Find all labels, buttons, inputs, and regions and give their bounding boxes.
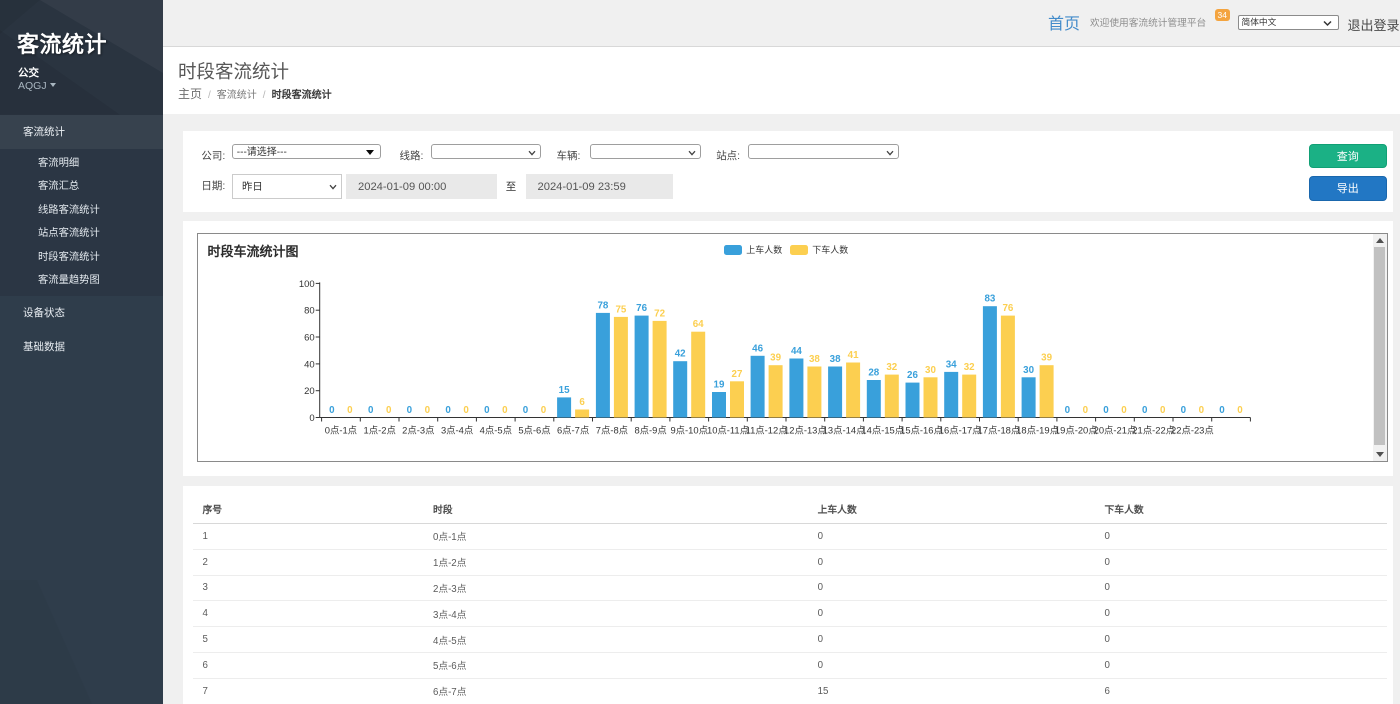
svg-text:4点-5点: 4点-5点 (480, 425, 512, 436)
svg-text:6: 6 (580, 397, 586, 408)
svg-text:100: 100 (299, 279, 315, 290)
svg-text:0: 0 (484, 405, 490, 416)
svg-text:1点-2点: 1点-2点 (364, 425, 396, 436)
svg-text:7点-8点: 7点-8点 (596, 425, 628, 436)
svg-text:0: 0 (1238, 405, 1244, 416)
svg-text:64: 64 (693, 319, 704, 330)
svg-text:76: 76 (637, 303, 648, 314)
svg-text:41: 41 (848, 350, 859, 361)
svg-text:78: 78 (598, 300, 609, 311)
svg-text:11点-12点: 11点-12点 (746, 425, 788, 436)
svg-text:83: 83 (985, 294, 996, 305)
svg-text:10点-11点: 10点-11点 (707, 425, 749, 436)
svg-text:30: 30 (925, 365, 936, 376)
svg-text:38: 38 (809, 354, 820, 365)
svg-text:0: 0 (368, 405, 374, 416)
svg-text:30: 30 (1024, 365, 1035, 376)
svg-text:3点-4点: 3点-4点 (441, 425, 473, 436)
svg-text:15: 15 (559, 385, 570, 396)
svg-text:16点-17点: 16点-17点 (939, 425, 982, 436)
svg-text:40: 40 (305, 359, 316, 370)
svg-text:60: 60 (305, 333, 316, 344)
svg-text:0: 0 (407, 405, 413, 416)
svg-text:20: 20 (305, 386, 316, 397)
svg-text:76: 76 (1003, 303, 1014, 314)
svg-text:0: 0 (386, 405, 392, 416)
svg-text:0: 0 (1142, 405, 1148, 416)
svg-text:80: 80 (305, 306, 316, 317)
svg-text:19点-20点: 19点-20点 (1055, 425, 1098, 436)
svg-text:42: 42 (675, 349, 686, 360)
svg-text:6点-7点: 6点-7点 (557, 425, 589, 436)
svg-text:0: 0 (541, 405, 547, 416)
svg-text:32: 32 (887, 362, 898, 373)
svg-text:0: 0 (464, 405, 470, 416)
svg-text:38: 38 (830, 354, 841, 365)
svg-text:19: 19 (714, 380, 725, 391)
svg-text:0: 0 (310, 413, 315, 424)
svg-text:9点-10点: 9点-10点 (671, 425, 709, 436)
svg-text:12点-13点: 12点-13点 (784, 425, 827, 436)
svg-text:17点-18点: 17点-18点 (978, 425, 1021, 436)
svg-text:0点-1点: 0点-1点 (325, 425, 357, 436)
svg-text:8点-9点: 8点-9点 (635, 425, 667, 436)
svg-text:0: 0 (1220, 405, 1226, 416)
svg-text:13点-14点: 13点-14点 (823, 425, 866, 436)
svg-text:27: 27 (732, 369, 743, 380)
svg-text:46: 46 (753, 343, 764, 354)
svg-text:0: 0 (1122, 405, 1128, 416)
svg-text:18点-19点: 18点-19点 (1017, 425, 1060, 436)
svg-text:0: 0 (1199, 405, 1205, 416)
svg-text:0: 0 (1065, 405, 1071, 416)
svg-text:72: 72 (655, 308, 666, 319)
svg-text:14点-15点: 14点-15点 (862, 425, 905, 436)
svg-text:0: 0 (1083, 405, 1089, 416)
svg-text:75: 75 (616, 304, 627, 315)
svg-text:0: 0 (348, 405, 354, 416)
svg-text:0: 0 (523, 405, 529, 416)
svg-text:22点-23点: 22点-23点 (1171, 425, 1214, 436)
svg-text:15点-16点: 15点-16点 (901, 425, 944, 436)
svg-text:32: 32 (964, 362, 975, 373)
svg-text:28: 28 (869, 368, 880, 379)
svg-text:2点-3点: 2点-3点 (403, 425, 435, 436)
svg-text:39: 39 (1042, 353, 1053, 364)
svg-text:20点-21点: 20点-21点 (1094, 425, 1137, 436)
svg-text:0: 0 (1160, 405, 1166, 416)
svg-text:0: 0 (1104, 405, 1110, 416)
svg-text:0: 0 (502, 405, 508, 416)
svg-text:44: 44 (791, 346, 802, 357)
svg-text:39: 39 (771, 353, 782, 364)
svg-text:0: 0 (425, 405, 431, 416)
svg-text:0: 0 (330, 405, 336, 416)
svg-text:5点-6点: 5点-6点 (519, 425, 551, 436)
svg-text:21点-22点: 21点-22点 (1133, 425, 1176, 436)
svg-text:26: 26 (907, 370, 918, 381)
svg-text:0: 0 (446, 405, 452, 416)
svg-text:0: 0 (1181, 405, 1187, 416)
svg-text:34: 34 (946, 359, 957, 370)
